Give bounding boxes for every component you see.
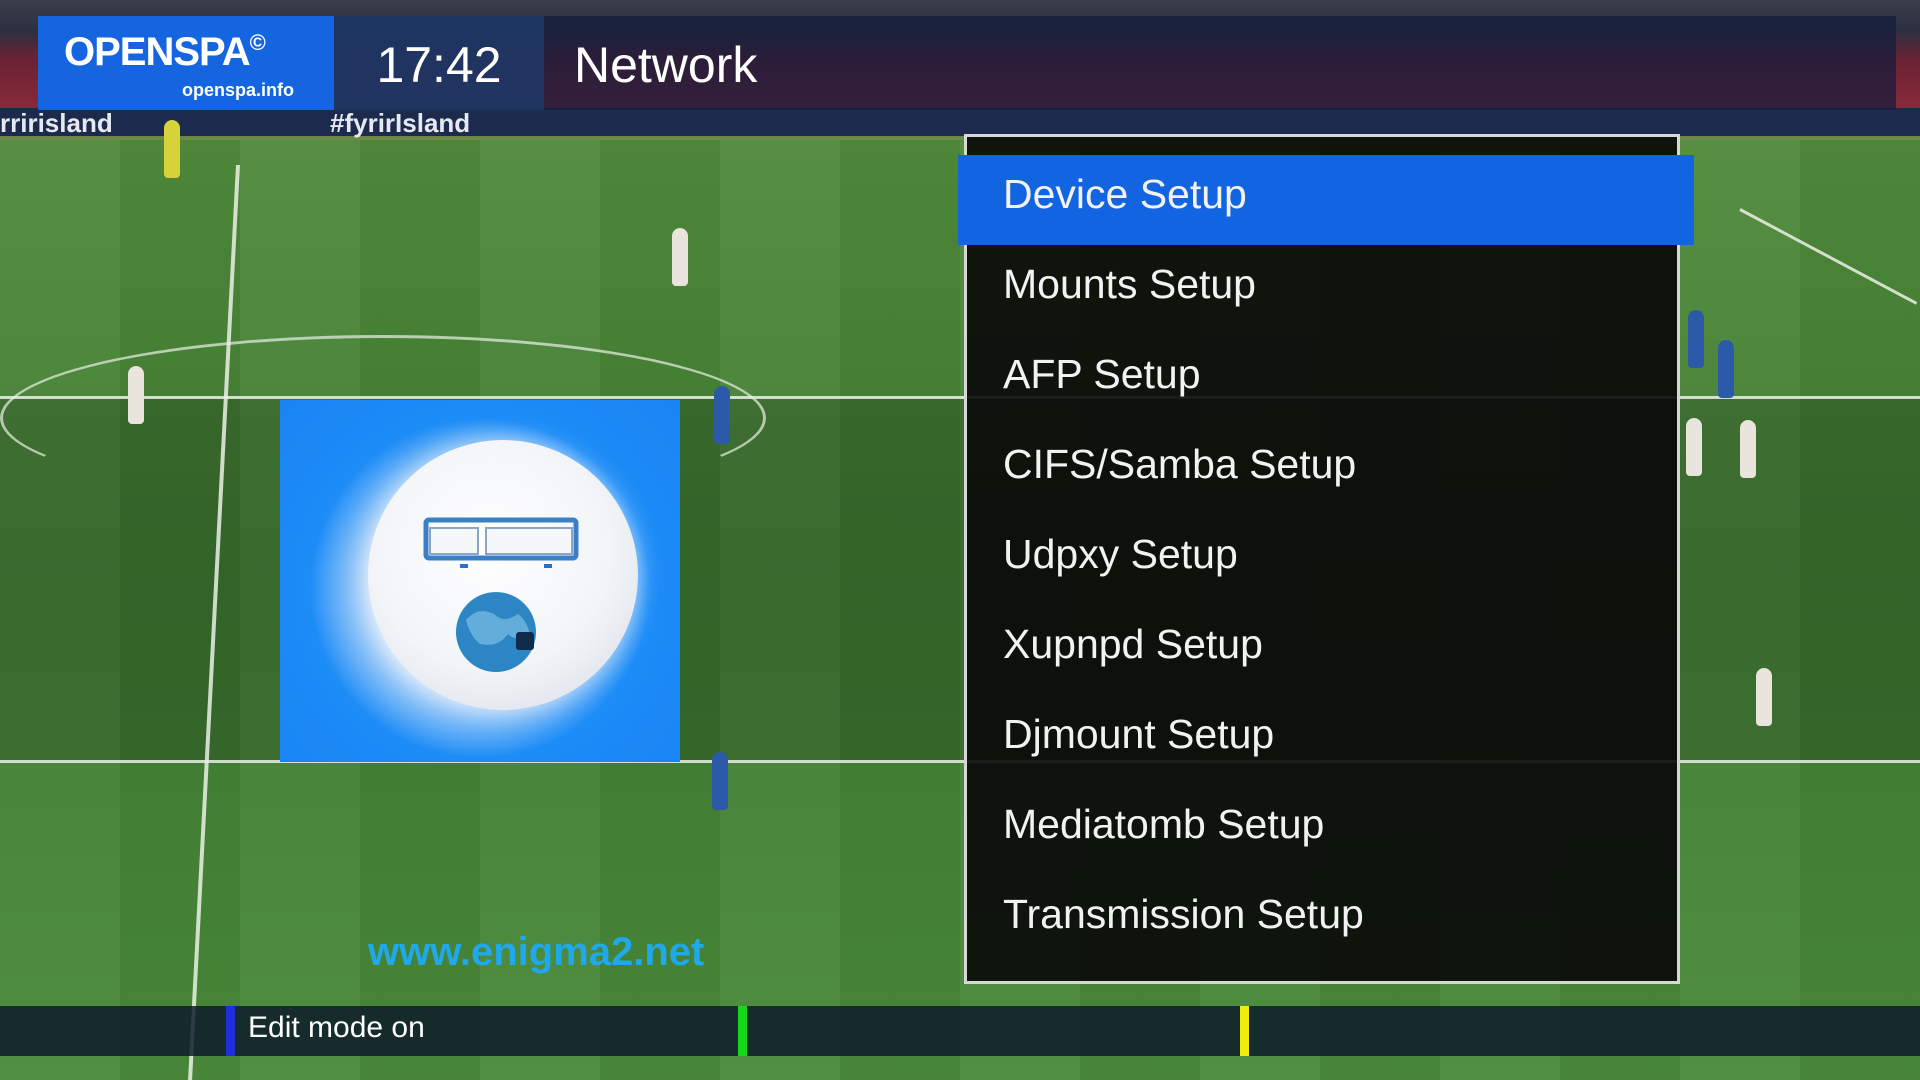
logo-text: OPENSPA (64, 30, 251, 74)
menu-item-cifs-samba-setup[interactable]: CIFS/Samba Setup (967, 425, 1677, 515)
player (164, 120, 180, 178)
menu-item-mediatomb-setup[interactable]: Mediatomb Setup (967, 785, 1677, 875)
menu-item-transmission-setup[interactable]: Transmission Setup (967, 875, 1677, 965)
player (1718, 340, 1734, 398)
menu-item-afp-setup[interactable]: AFP Setup (967, 335, 1677, 425)
player (672, 228, 688, 286)
menu-item-label: Udpxy Setup (1003, 531, 1238, 577)
network-globe-icon (368, 440, 638, 710)
logo-subtitle: openspa.info (182, 80, 294, 100)
player (1688, 310, 1704, 368)
watermark: www.enigma2.net (368, 930, 705, 974)
green-key-indicator[interactable] (738, 1006, 747, 1056)
board-text-left: rririsland (0, 108, 113, 138)
player (1756, 668, 1772, 726)
player (712, 752, 728, 810)
menu-item-udpxy-setup[interactable]: Udpxy Setup (967, 515, 1677, 605)
player (1740, 420, 1756, 478)
menu-item-label: CIFS/Samba Setup (1003, 441, 1357, 487)
clock-box: 17:42 (334, 16, 544, 110)
menu-item-label: Mounts Setup (1003, 261, 1256, 307)
player (1686, 418, 1702, 476)
blue-key-indicator[interactable] (226, 1006, 235, 1056)
logo-mark: © (249, 30, 266, 55)
network-menu: Device Setup Mounts Setup AFP Setup CIFS… (958, 134, 1694, 984)
menu-item-device-setup[interactable]: Device Setup (958, 155, 1694, 245)
menu-item-label: Mediatomb Setup (1003, 801, 1325, 847)
player (128, 366, 144, 424)
openspa-logo: OPENSPA© openspa.info (38, 16, 334, 110)
menu-item-label: Device Setup (1003, 171, 1247, 217)
menu-item-label: Transmission Setup (1003, 891, 1364, 937)
menu-item-djmount-setup[interactable]: Djmount Setup (967, 695, 1677, 785)
menu-item-label: Djmount Setup (1003, 711, 1275, 757)
board-text: #fyrirIsland (330, 108, 471, 138)
menu-item-xupnpd-setup[interactable]: Xupnpd Setup (967, 605, 1677, 695)
icon-panel (280, 400, 680, 762)
yellow-key-indicator[interactable] (1240, 1006, 1249, 1056)
menu-item-label: AFP Setup (1003, 351, 1201, 397)
menu-item-mounts-setup[interactable]: Mounts Setup (967, 245, 1677, 335)
blue-key-label[interactable]: Edit mode on (248, 1011, 425, 1045)
menu-item-label: Xupnpd Setup (1003, 621, 1263, 667)
player (714, 386, 730, 444)
clock: 17:42 (376, 37, 502, 93)
page-title: Network (574, 37, 758, 93)
advertising-board: rririsland #fyrirIsland (0, 108, 1920, 138)
